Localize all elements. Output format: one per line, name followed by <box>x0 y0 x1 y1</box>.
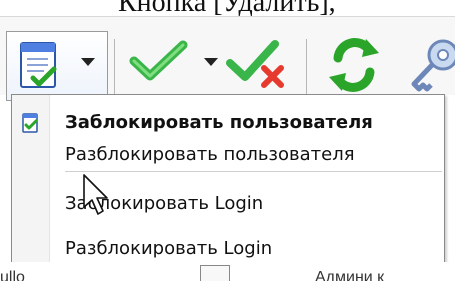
menu-item-block-login[interactable]: Заблокировать Login <box>12 184 444 222</box>
block-dropdown-button[interactable] <box>6 31 108 101</box>
menu-item-label: Разблокировать пользователя <box>65 144 355 165</box>
menu-separator <box>65 171 442 172</box>
toolbar-separator <box>114 39 115 94</box>
refresh-button[interactable] <box>322 33 386 97</box>
unblock-dropdown-button[interactable] <box>128 35 218 97</box>
green-check-icon <box>129 40 188 81</box>
key-icon <box>411 39 455 92</box>
toolbar <box>0 16 455 101</box>
menu-item-label: Заблокировать пользователя <box>65 112 373 133</box>
cancel-check-button[interactable] <box>225 35 295 97</box>
table-cell-left: ullo <box>0 269 25 281</box>
menu-item-label: Разблокировать Login <box>65 238 273 259</box>
chevron-down-icon[interactable] <box>81 58 95 66</box>
document-check-icon <box>15 40 69 94</box>
table-fragment: ullo Админи к <box>0 262 455 281</box>
key-button[interactable] <box>407 32 455 100</box>
table-checkbox[interactable] <box>200 265 230 281</box>
check-cross-icon <box>226 40 284 88</box>
menu-item-label: Заблокировать Login <box>65 193 264 214</box>
refresh-icon <box>329 38 379 92</box>
dropdown-menu: Заблокировать пользователя Разблокироват… <box>11 94 445 281</box>
menu-item-unblock-user[interactable]: Разблокировать пользователя <box>12 135 444 173</box>
document-check-icon <box>22 113 38 133</box>
toolbar-separator <box>306 39 307 94</box>
chevron-down-icon[interactable] <box>204 58 218 66</box>
table-cell-right: Админи к <box>315 269 385 281</box>
